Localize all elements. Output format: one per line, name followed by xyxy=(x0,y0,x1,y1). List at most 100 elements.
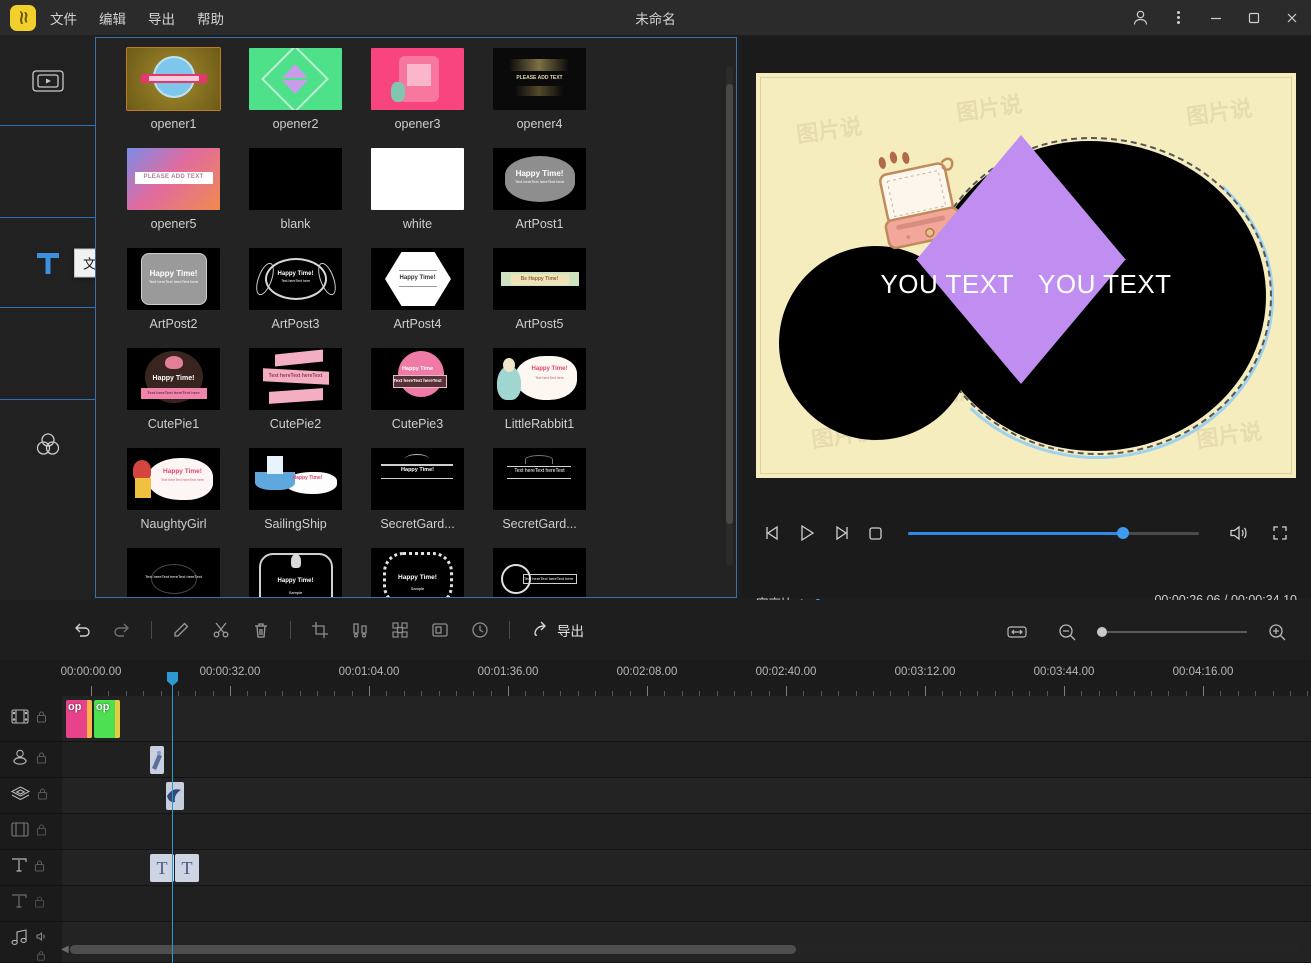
playhead[interactable] xyxy=(172,682,173,963)
track-video[interactable]: op op xyxy=(0,696,1311,742)
library-item[interactable]: Happy Time! SailingShip xyxy=(235,448,356,531)
clip-opener1[interactable]: op xyxy=(66,700,92,738)
library-item[interactable]: Happy Time! ArtPost4 xyxy=(357,248,478,331)
track-header-effect[interactable] xyxy=(0,778,62,813)
library-item[interactable]: Text hereText hereText hereText xyxy=(113,548,234,598)
clip-text-2[interactable]: T xyxy=(175,854,199,882)
thumbnail-secretgarden2[interactable]: Text hereText hereText xyxy=(493,448,586,510)
track-sticker[interactable] xyxy=(0,742,1311,778)
thumbnail-opener3[interactable] xyxy=(371,48,464,110)
zoom-in-icon[interactable] xyxy=(1257,614,1297,650)
next-frame-button[interactable] xyxy=(824,518,858,548)
play-button[interactable] xyxy=(790,518,824,548)
text-template-library[interactable]: opener1 opener2 opener3 xyxy=(95,37,737,598)
track-header-sticker[interactable] xyxy=(0,742,62,777)
track-audio[interactable] xyxy=(0,922,1311,963)
track-pip[interactable] xyxy=(0,814,1311,850)
speed-button[interactable] xyxy=(340,612,380,648)
menu-help[interactable]: 帮助 xyxy=(197,8,224,28)
track-header-text[interactable] xyxy=(0,850,62,885)
sidebar-filter[interactable] xyxy=(0,399,95,490)
playback-progress-slider[interactable] xyxy=(908,523,1199,543)
volume-icon[interactable] xyxy=(1221,518,1255,548)
canvas-text-layer[interactable]: YOU TEXTYOU TEXT xyxy=(756,269,1296,300)
maximize-button[interactable] xyxy=(1235,0,1273,35)
library-scrollbar[interactable] xyxy=(726,66,733,566)
lock-icon[interactable] xyxy=(36,948,47,963)
fullscreen-icon[interactable] xyxy=(1263,518,1297,548)
library-item[interactable]: white xyxy=(357,148,478,231)
library-item[interactable]: Happy Time! Sample xyxy=(235,548,356,598)
track-header-pip[interactable] xyxy=(0,814,62,849)
zoom-slider[interactable] xyxy=(1097,625,1247,639)
track-text-2[interactable] xyxy=(0,886,1311,922)
prev-frame-button[interactable] xyxy=(756,518,790,548)
library-item[interactable]: Happy Time! Text hereText hereText here … xyxy=(479,148,600,231)
thumbnail-opener5[interactable]: PLEASE ADD TEXT xyxy=(127,148,220,210)
thumbnail-opener2[interactable] xyxy=(249,48,342,110)
library-item[interactable]: Text hereText hereText CutePie2 xyxy=(235,348,356,431)
track-header-text-2[interactable] xyxy=(0,886,62,921)
clip-opener2[interactable]: op xyxy=(94,700,120,738)
progress-knob[interactable] xyxy=(1117,527,1129,539)
library-item[interactable]: blank xyxy=(235,148,356,231)
library-item[interactable]: Happy Time! Text hereText hereText here … xyxy=(113,348,234,431)
mosaic-button[interactable] xyxy=(380,612,420,648)
menu-file[interactable]: 文件 xyxy=(50,8,77,28)
clip-text-1[interactable]: T xyxy=(150,854,174,882)
preview-canvas[interactable]: 图片说 图片说 图片说 图片说 图片说 图片说 xyxy=(756,73,1296,478)
lock-icon[interactable] xyxy=(36,751,47,769)
thumbnail-artpost5[interactable]: Be Happy Time! xyxy=(493,248,586,310)
minimize-button[interactable] xyxy=(1197,0,1235,35)
thumbnail-artpost3[interactable]: Happy Time! Text hereText here xyxy=(249,248,342,310)
thumbnail-blank[interactable] xyxy=(249,148,342,210)
lock-icon[interactable] xyxy=(34,895,45,913)
library-item[interactable]: Happy Time! Sample xyxy=(357,548,478,598)
menu-edit[interactable]: 编辑 xyxy=(99,8,126,28)
zoom-out-icon[interactable] xyxy=(1047,614,1087,650)
library-item[interactable]: PLEASE ADD TEXT opener5 xyxy=(113,148,234,231)
timeline-panel[interactable]: 00:00:00.00 00:00:32.00 00:01:04.00 00:0… xyxy=(0,660,1311,963)
thumbnail-white[interactable] xyxy=(371,148,464,210)
lock-icon[interactable] xyxy=(34,859,45,877)
thumbnail-opener1[interactable] xyxy=(127,48,220,110)
library-item[interactable]: Happy Time! Text hereText hereText here … xyxy=(113,248,234,331)
export-button[interactable]: 导出 xyxy=(531,618,584,643)
sidebar-media[interactable] xyxy=(0,35,95,126)
thumbnail-row5-b[interactable]: Happy Time! Sample xyxy=(249,548,342,598)
thumbnail-sailingship[interactable]: Happy Time! xyxy=(249,448,342,510)
redo-button[interactable] xyxy=(102,612,142,648)
thumbnail-opener4[interactable]: PLEASE ADD TEXT xyxy=(493,48,586,110)
timeline-ruler[interactable]: 00:00:00.00 00:00:32.00 00:01:04.00 00:0… xyxy=(0,660,1311,696)
edit-button[interactable] xyxy=(161,612,201,648)
clip-effect[interactable] xyxy=(166,782,184,810)
fit-to-window-icon[interactable] xyxy=(997,614,1037,650)
zoom-knob[interactable] xyxy=(1097,627,1107,637)
track-header-audio[interactable] xyxy=(0,922,62,962)
library-item[interactable]: Happy Time! SecretGard... xyxy=(357,448,478,531)
lock-icon[interactable] xyxy=(37,787,48,805)
library-item[interactable]: Happy Time! Text hereText hereText here … xyxy=(113,448,234,531)
thumbnail-row5-d[interactable]: Text hereText hereText here xyxy=(493,548,586,598)
undo-button[interactable] xyxy=(62,612,102,648)
thumbnail-row5-a[interactable]: Text hereText hereText hereText xyxy=(127,548,220,598)
lock-icon[interactable] xyxy=(36,710,47,728)
track-header-video[interactable] xyxy=(0,696,62,741)
library-item[interactable]: Text hereText hereText SecretGard... xyxy=(479,448,600,531)
close-button[interactable] xyxy=(1273,0,1311,35)
speaker-icon[interactable] xyxy=(36,928,47,946)
thumbnail-row5-c[interactable]: Happy Time! Sample xyxy=(371,548,464,598)
hscroll-thumb[interactable] xyxy=(70,945,796,954)
thumbnail-artpost1[interactable]: Happy Time! Text hereText hereText here xyxy=(493,148,586,210)
thumbnail-artpost2[interactable]: Happy Time! Text hereText hereText here xyxy=(127,248,220,310)
scroll-left-arrow[interactable]: ◀ xyxy=(61,944,69,955)
library-item[interactable]: Be Happy Time! ArtPost5 xyxy=(479,248,600,331)
duration-button[interactable] xyxy=(460,612,500,648)
library-item[interactable]: Happy Time! Text hereText here LittleRab… xyxy=(479,348,600,431)
delete-button[interactable] xyxy=(241,612,281,648)
thumbnail-littlerabbit1[interactable]: Happy Time! Text hereText here xyxy=(493,348,586,410)
library-item[interactable]: PLEASE ADD TEXT opener4 xyxy=(479,48,600,131)
thumbnail-artpost4[interactable]: Happy Time! xyxy=(371,248,464,310)
track-text[interactable]: T T xyxy=(0,850,1311,886)
thumbnail-secretgarden1[interactable]: Happy Time! xyxy=(371,448,464,510)
